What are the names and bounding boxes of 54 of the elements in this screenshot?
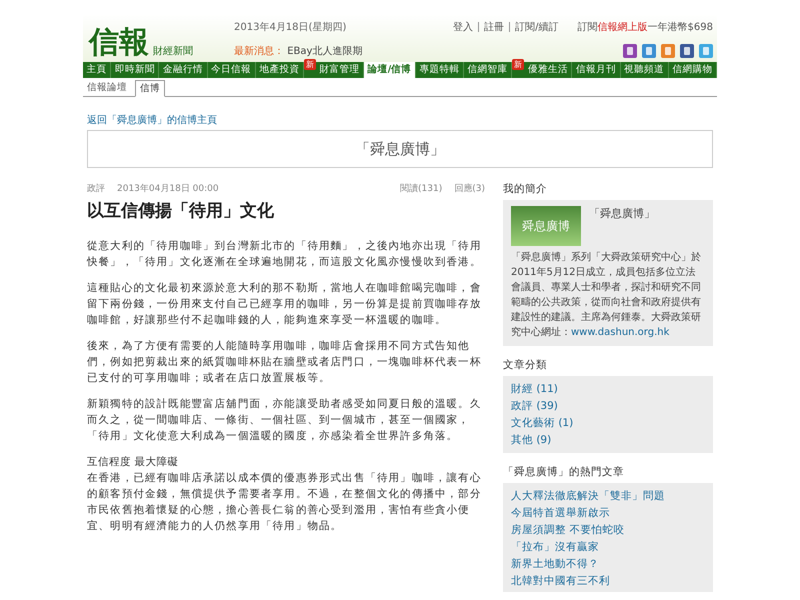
nav-tab[interactable]: 專題特輯 xyxy=(416,62,464,78)
article-link[interactable]: 房屋須調整 不要怕蛇咬 xyxy=(511,523,624,537)
profile-description: 「舜息廣博」系列「大舜政策研究中心」於2011年5月12日成立，成員包括多位立法會議員、專業人士和學者，探討和研究不同範疇的公共政策，從而向社會和政府提供有建設性的建議。主席為何鍾泰。大舜政策研究中心網址：www.dashun.org.hk xyxy=(511,250,702,340)
article-link[interactable]: 「拉布」沒有贏家 xyxy=(511,540,599,554)
article-paragraph: 從意大利的「待用咖啡」到台灣新北市的「待用麵」，之後內地亦出現「待用快餐」，「待用」文化逐漸在全球遍地開花，而這股文化風亦慢慢吹到香港。 xyxy=(87,239,482,270)
article-category: 政評 xyxy=(87,182,105,195)
article-link[interactable]: 人大釋法徹底解決「雙非」問題 xyxy=(511,489,665,503)
header-link[interactable]: 登入 xyxy=(453,20,474,34)
nav-tab[interactable]: 今日信報 xyxy=(208,62,256,78)
date-text: 2013年4月18日(星期四) xyxy=(234,20,348,34)
blog-title-banner: 「舜息廣博」 xyxy=(87,130,713,168)
category-link[interactable]: 政評 (39) xyxy=(511,399,558,413)
article-title: 以互信傳揚「待用」文化 xyxy=(87,200,275,222)
logo-subtitle: 財經新聞 xyxy=(153,44,193,58)
section-heading: 互信程度 最大障礙 xyxy=(87,455,180,470)
subscription-promo[interactable]: 訂閱信報網上版一年港幣$698 xyxy=(578,20,713,34)
new-badge: 新 xyxy=(512,59,524,70)
nav-tab[interactable]: 即時新聞 xyxy=(111,62,160,78)
nav-tab[interactable]: 信網購物 xyxy=(668,62,717,78)
section-heading: 我的簡介 xyxy=(503,182,548,196)
nav-tab[interactable]: 信報月刊 xyxy=(572,62,621,78)
section-heading: 「舜息廣博」的熱門文章 xyxy=(503,465,625,479)
category-link[interactable]: 其他 (9) xyxy=(511,433,552,447)
article-paragraph: 新穎獨特的設計既能豐富店舖門面，亦能讓受助者感受如同夏日般的溫暖。久而久之，從一間咖啡店、一條街、一個社區、到一個城市，甚至一個國家，「待用」文化使意大利成為一個溫暖的國度，亦感染着全世界許多角落。 xyxy=(87,397,482,444)
header-link[interactable]: 註冊 xyxy=(484,20,504,34)
reply-count[interactable]: 回應(3) xyxy=(454,182,485,195)
news-label: 最新消息： xyxy=(234,46,284,57)
article-paragraph: 後來，為了方便有需要的人能隨時享用咖啡，咖啡店會採用不同方式告知他們，例如把剪裁出來的紙質咖啡杯貼在牆壁或者店門口，一塊咖啡杯代表一杯已支付的可享用咖啡；或者在店口放置展板等。 xyxy=(87,339,482,386)
new-badge: 新 xyxy=(304,59,316,70)
profile-logo: 舜息廣博 xyxy=(511,206,581,246)
section-heading: 文章分類 xyxy=(503,358,548,372)
website-link[interactable]: www.dashun.org.hk xyxy=(571,327,670,338)
article-link[interactable]: 新界土地動不得？ xyxy=(511,557,599,571)
profile-name: 「舜息廣博」 xyxy=(589,206,655,221)
article-paragraph: 這種貼心的文化最初來源於意大利的那不勒斯，當地人在咖啡館喝完咖啡，會留下兩份錢，一份用來支付自己已經享用的咖啡，另一份算是提前買咖啡存放咖啡館，好讓那些付不起咖啡錢的人，能夠進來享受一杯溫暖的咖啡。 xyxy=(87,281,482,328)
back-link[interactable]: 返回「舜息廣博」的信博主頁 xyxy=(87,113,217,127)
article-paragraph: 在香港，已經有咖啡店承諾以成本價的優惠券形式出售「待用」咖啡，讓有心的顧客預付金錢，無償提供予需要者享用。不過，在整個文化的傳播中，部分市民依舊抱着懷疑的心態，擔心善長仁翁的善心受到濫用，害怕有些貪小便宜、明明有經濟能力的人仍然享用「待用」物品。 xyxy=(87,471,482,534)
site-logo[interactable]: 信報 xyxy=(89,28,149,58)
nav-tab[interactable]: 主頁 xyxy=(83,62,112,78)
square-icon[interactable] xyxy=(623,44,637,58)
nav-tab[interactable]: 優雅生活 xyxy=(524,62,572,78)
nav-tab[interactable]: 論壇/信博 xyxy=(364,62,416,78)
news-link[interactable]: EBay北人進限期 xyxy=(287,46,362,57)
category-link[interactable]: 文化藝術 (1) xyxy=(511,416,574,430)
nav-tab[interactable]: 視聽頻道 xyxy=(620,62,669,78)
nav-tab[interactable]: 金融行情 xyxy=(159,62,208,78)
category-link[interactable]: 財經 (11) xyxy=(511,382,558,396)
article-link[interactable]: 北韓對中國有三不利 xyxy=(511,574,610,588)
read-count: 閱讀(131) xyxy=(400,182,442,195)
article-link[interactable]: 今屆特首選舉新啟示 xyxy=(511,506,610,520)
header-link[interactable]: 訂閱/續訂 xyxy=(515,20,559,34)
sub-tab[interactable]: 信博 xyxy=(135,80,165,97)
sub-tab[interactable]: 信報論壇 xyxy=(83,80,131,96)
article-date: 2013年04月18日 00:00 xyxy=(117,182,219,195)
